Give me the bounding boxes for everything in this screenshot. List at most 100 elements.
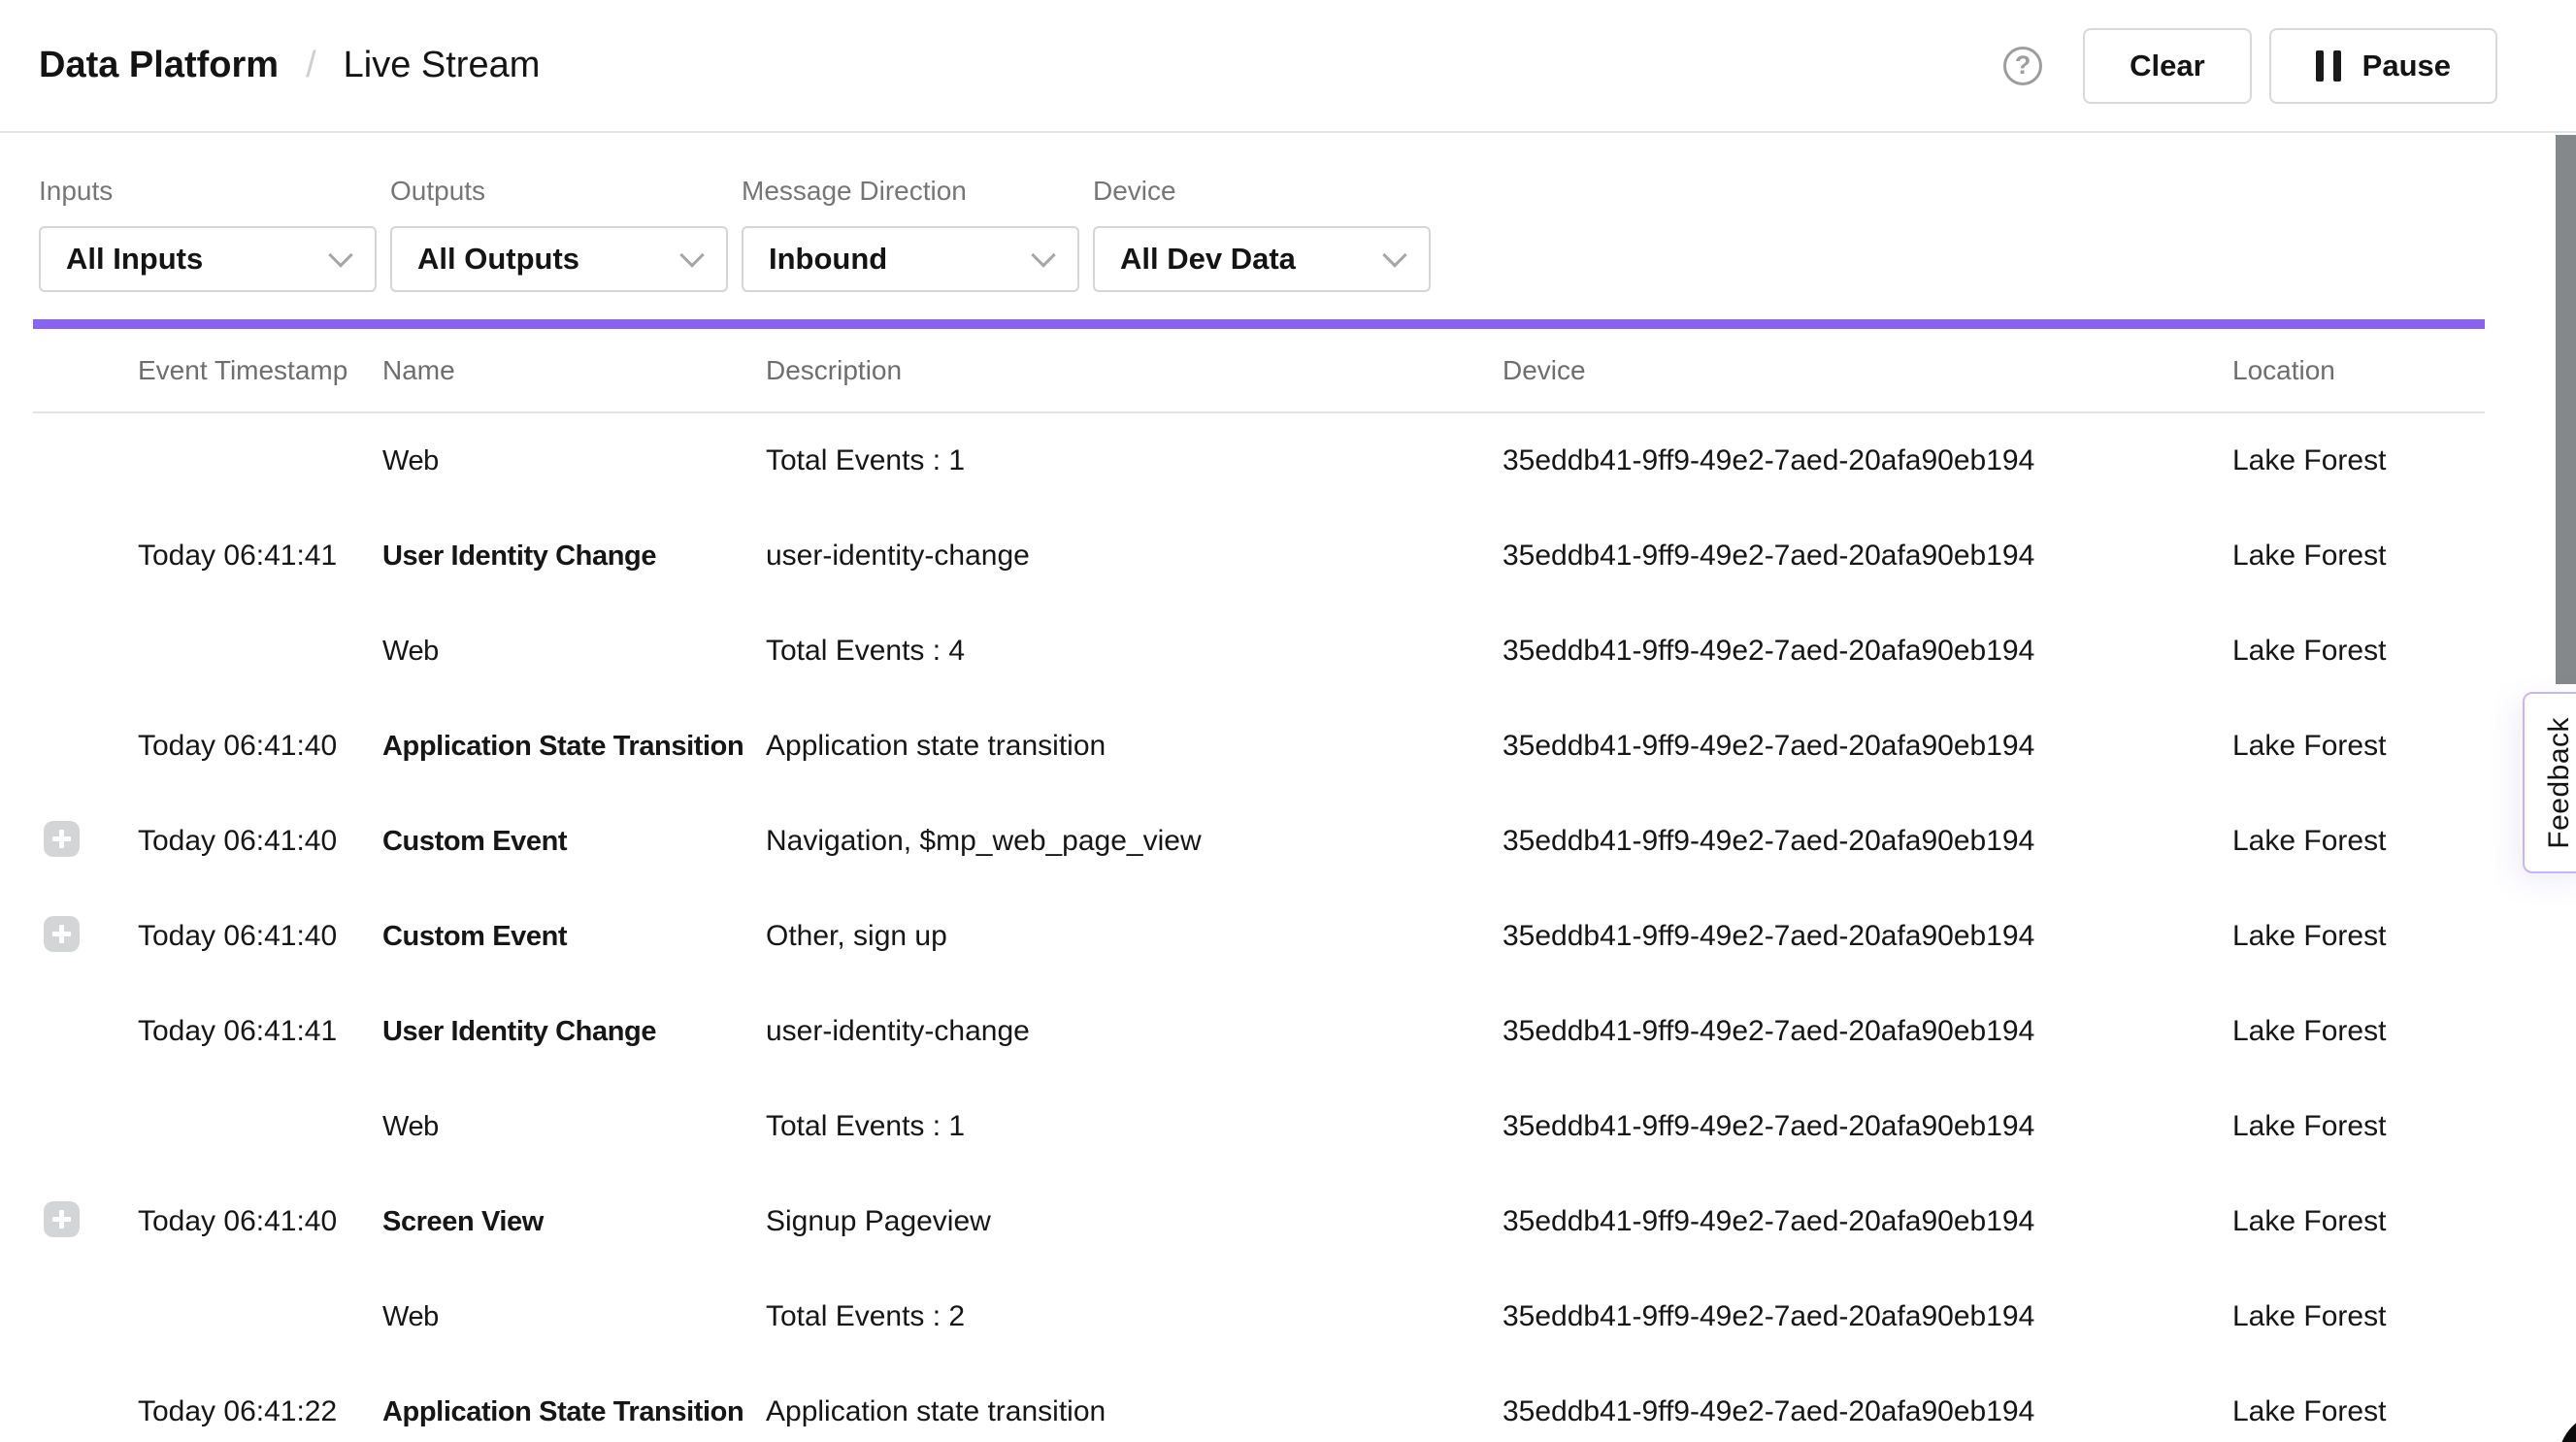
event-name-cell: User Identity Change (382, 541, 766, 573)
clear-button[interactable]: Clear (2083, 28, 2252, 104)
inputs-dropdown-value: All Inputs (66, 242, 203, 277)
breadcrumb: Data Platform / Live Stream (39, 45, 540, 86)
table-row[interactable]: Web Total Events : 4 35eddb41-9ff9-49e2-… (33, 604, 2485, 699)
event-device-cell: 35eddb41-9ff9-49e2-7aed-20afa90eb194 (1503, 635, 2232, 668)
table-row[interactable]: Web Total Events : 1 35eddb41-9ff9-49e2-… (33, 1079, 2485, 1174)
col-description: Description (766, 355, 1503, 386)
event-location-cell: Lake Forest (2232, 635, 2485, 668)
chevron-down-icon (328, 243, 352, 267)
event-device-cell: 35eddb41-9ff9-49e2-7aed-20afa90eb194 (1503, 444, 2232, 477)
event-table: Event Timestamp Name Description Device … (33, 329, 2485, 1442)
breadcrumb-data-platform[interactable]: Data Platform (39, 45, 279, 86)
expand-cell (33, 916, 138, 957)
event-description-cell: user-identity-change (766, 1015, 1503, 1048)
event-location-cell: Lake Forest (2232, 1300, 2485, 1333)
filter-device-label: Device (1093, 176, 1431, 207)
event-timestamp-cell: Today 06:41:41 (138, 1015, 382, 1048)
filter-bar: Inputs All Inputs Outputs All Outputs Me… (0, 133, 2576, 292)
table-row[interactable]: Web Total Events : 1 35eddb41-9ff9-49e2-… (33, 413, 2485, 508)
filter-message-direction-label: Message Direction (742, 176, 1079, 207)
help-icon[interactable]: ? (2003, 47, 2042, 85)
event-location-cell: Lake Forest (2232, 1015, 2485, 1048)
chevron-down-icon (1382, 243, 1406, 267)
pause-button[interactable]: Pause (2269, 28, 2497, 104)
expand-cell (33, 441, 138, 481)
expand-cell (33, 1011, 138, 1052)
event-name-cell: Custom Event (382, 826, 766, 858)
feedback-tab-label: Feedback (2543, 717, 2576, 849)
message-direction-dropdown[interactable]: Inbound (742, 226, 1079, 292)
event-device-cell: 35eddb41-9ff9-49e2-7aed-20afa90eb194 (1503, 1205, 2232, 1238)
event-device-cell: 35eddb41-9ff9-49e2-7aed-20afa90eb194 (1503, 920, 2232, 953)
event-description-cell: Signup Pageview (766, 1205, 1503, 1238)
event-timestamp-cell: Today 06:41:22 (138, 1395, 382, 1428)
expand-cell (33, 1106, 138, 1147)
table-header-row: Event Timestamp Name Description Device … (33, 329, 2485, 413)
expand-row-button[interactable] (44, 821, 80, 857)
table-row[interactable]: Today 06:41:41 User Identity Change user… (33, 508, 2485, 604)
event-device-cell: 35eddb41-9ff9-49e2-7aed-20afa90eb194 (1503, 1015, 2232, 1048)
event-description-cell: Total Events : 4 (766, 635, 1503, 668)
event-location-cell: Lake Forest (2232, 825, 2485, 858)
event-description-cell: Other, sign up (766, 920, 1503, 953)
outputs-dropdown[interactable]: All Outputs (390, 226, 728, 292)
event-description-cell: Total Events : 1 (766, 444, 1503, 477)
filter-outputs-label: Outputs (390, 176, 728, 207)
outputs-dropdown-value: All Outputs (417, 242, 579, 277)
table-row[interactable]: Today 06:41:22 Application State Transit… (33, 1364, 2485, 1442)
event-description-cell: user-identity-change (766, 540, 1503, 573)
expand-cell (33, 1201, 138, 1242)
event-name-cell: Web (382, 1111, 766, 1143)
event-name-cell: Web (382, 1301, 766, 1333)
event-device-cell: 35eddb41-9ff9-49e2-7aed-20afa90eb194 (1503, 540, 2232, 573)
inputs-dropdown[interactable]: All Inputs (39, 226, 377, 292)
expand-row-button[interactable] (44, 1201, 80, 1237)
event-device-cell: 35eddb41-9ff9-49e2-7aed-20afa90eb194 (1503, 730, 2232, 763)
col-event-timestamp: Event Timestamp (138, 355, 382, 386)
event-name-cell: Custom Event (382, 921, 766, 953)
table-row[interactable]: Web Total Events : 2 35eddb41-9ff9-49e2-… (33, 1269, 2485, 1364)
expand-row-button[interactable] (44, 916, 80, 952)
filter-device: Device All Dev Data (1093, 176, 1431, 292)
live-stream-page: Data Platform / Live Stream ? Clear Paus… (0, 0, 2576, 1442)
feedback-tab[interactable]: Feedback (2523, 692, 2576, 873)
page-header: Data Platform / Live Stream ? Clear Paus… (0, 0, 2576, 133)
col-location: Location (2232, 355, 2485, 386)
expand-cell (33, 1296, 138, 1337)
table-row[interactable]: Today 06:41:40 Custom Event Navigation, … (33, 794, 2485, 889)
event-timestamp-cell: Today 06:41:41 (138, 540, 382, 573)
event-timestamp-cell: Today 06:41:40 (138, 730, 382, 763)
expand-cell (33, 1392, 138, 1432)
filter-message-direction: Message Direction Inbound (742, 176, 1079, 292)
event-timestamp-cell: Today 06:41:40 (138, 825, 382, 858)
event-timestamp-cell: Today 06:41:40 (138, 1205, 382, 1238)
chat-bubble-button[interactable] (2559, 1413, 2576, 1442)
event-name-cell: Application State Transition (382, 1396, 766, 1428)
chevron-down-icon (679, 243, 704, 267)
event-device-cell: 35eddb41-9ff9-49e2-7aed-20afa90eb194 (1503, 1300, 2232, 1333)
event-location-cell: Lake Forest (2232, 1110, 2485, 1143)
message-direction-dropdown-value: Inbound (769, 242, 887, 277)
event-device-cell: 35eddb41-9ff9-49e2-7aed-20afa90eb194 (1503, 1110, 2232, 1143)
breadcrumb-separator: / (306, 45, 316, 86)
table-body: Web Total Events : 1 35eddb41-9ff9-49e2-… (33, 413, 2485, 1442)
table-row[interactable]: Today 06:41:41 User Identity Change user… (33, 984, 2485, 1079)
device-dropdown[interactable]: All Dev Data (1093, 226, 1431, 292)
event-location-cell: Lake Forest (2232, 1205, 2485, 1238)
device-dropdown-value: All Dev Data (1120, 242, 1296, 277)
chevron-down-icon (1031, 243, 1055, 267)
vertical-scrollbar-thumb[interactable] (2556, 135, 2576, 684)
event-description-cell: Total Events : 2 (766, 1300, 1503, 1333)
filter-outputs: Outputs All Outputs (390, 176, 728, 292)
table-row[interactable]: Today 06:41:40 Custom Event Other, sign … (33, 889, 2485, 984)
col-device: Device (1503, 355, 2232, 386)
expand-cell (33, 536, 138, 576)
table-row[interactable]: Today 06:41:40 Screen View Signup Pagevi… (33, 1174, 2485, 1269)
event-name-cell: Application State Transition (382, 731, 766, 763)
col-name: Name (382, 355, 766, 386)
event-description-cell: Navigation, $mp_web_page_view (766, 825, 1503, 858)
event-name-cell: Web (382, 636, 766, 668)
table-row[interactable]: Today 06:41:40 Application State Transit… (33, 699, 2485, 794)
event-description-cell: Application state transition (766, 730, 1503, 763)
event-name-cell: User Identity Change (382, 1016, 766, 1048)
